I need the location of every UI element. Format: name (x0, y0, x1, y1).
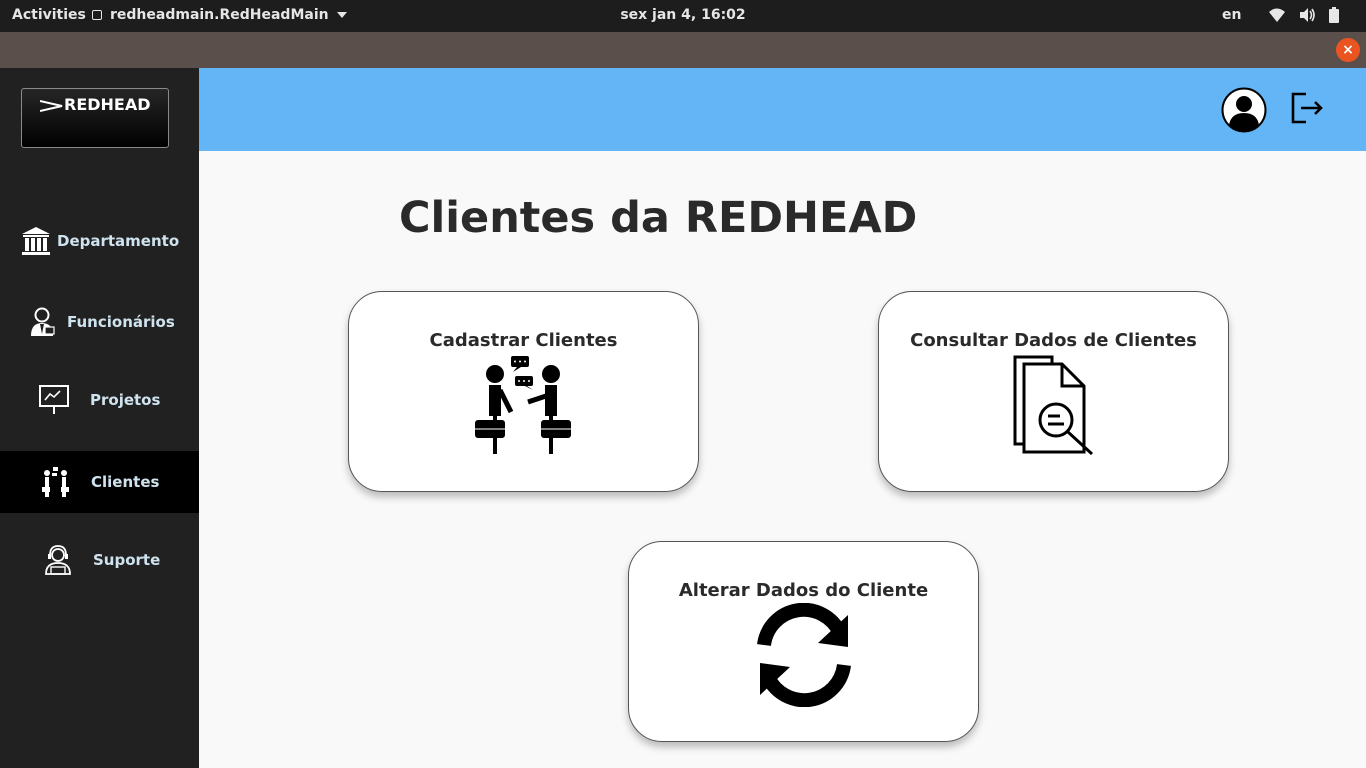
volume-icon (1300, 8, 1315, 22)
presentation-icon (38, 384, 70, 416)
close-window-button[interactable]: × (1336, 38, 1360, 62)
logo-text: REDHEAD (64, 95, 151, 114)
sidebar-item-label: Funcionários (67, 313, 175, 331)
bank-icon (20, 225, 52, 257)
system-top-bar: Activities redheadmain.RedHeadMain sex j… (0, 0, 1366, 32)
sidebar-item-label: Suporte (93, 551, 161, 569)
sidebar-item-label: Clientes (91, 473, 160, 491)
language-indicator[interactable]: en (1222, 7, 1241, 23)
card-title: Consultar Dados de Clientes (910, 330, 1197, 351)
card-title: Cadastrar Clientes (429, 330, 618, 351)
employee-icon (26, 306, 58, 338)
refresh-icon (757, 603, 851, 707)
main-content: Clientes da REDHEAD Cadastrar Clientes C… (199, 151, 1366, 768)
sidebar-item-label: Departamento (57, 232, 180, 250)
user-avatar-icon[interactable] (1221, 87, 1267, 133)
sidebar-item-projetos[interactable]: Projetos (0, 369, 199, 431)
clock[interactable]: sex jan 4, 16:02 (0, 7, 1366, 23)
logout-icon[interactable] (1289, 90, 1325, 126)
system-tray[interactable] (1268, 7, 1340, 23)
sidebar-item-departamento[interactable]: Departamento (0, 210, 199, 272)
wifi-icon (1269, 8, 1285, 22)
card-title: Alterar Dados do Cliente (678, 580, 929, 601)
battery-icon (1329, 7, 1339, 23)
redhead-logo: REDHEAD (21, 88, 169, 148)
clients-icon (40, 466, 72, 498)
meeting-icon (475, 356, 571, 454)
page-title: Clientes da REDHEAD (399, 193, 918, 243)
support-icon (42, 544, 74, 576)
sidebar-item-clientes[interactable]: Clientes (0, 451, 199, 513)
app-header (199, 68, 1366, 151)
arrow-logo-icon (39, 99, 63, 112)
sidebar-item-label: Projetos (90, 391, 161, 409)
window-title-bar[interactable]: × (0, 32, 1366, 68)
consultar-dados-card[interactable]: Consultar Dados de Clientes (878, 291, 1229, 492)
alterar-dados-card[interactable]: Alterar Dados do Cliente (628, 541, 979, 742)
sidebar: REDHEAD Departamento Funcionários Projet… (0, 68, 199, 768)
document-search-icon (1013, 355, 1094, 456)
sidebar-item-funcionarios[interactable]: Funcionários (0, 291, 199, 353)
cadastrar-clientes-card[interactable]: Cadastrar Clientes (348, 291, 699, 492)
sidebar-item-suporte[interactable]: Suporte (0, 529, 199, 591)
